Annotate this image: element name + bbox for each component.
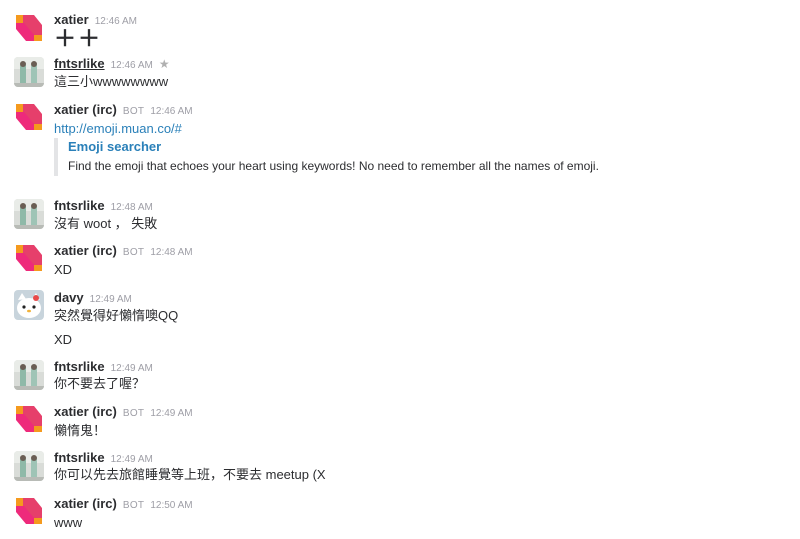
message-header: fntsrlike 12:49 AM [54, 359, 153, 375]
message-header: xatier (irc) BOT 12:49 AM [54, 404, 193, 420]
message: fntsrlike 12:49 AM 你可以先去旅館睡覺等上班，不要去 meetu… [0, 449, 800, 487]
message-text: 突然覺得好懶惰噢QQ [54, 308, 179, 323]
logo-icon[interactable] [14, 496, 44, 526]
star-icon[interactable]: ★ [159, 57, 170, 71]
photo-avatar-icon[interactable] [14, 57, 44, 87]
photo-avatar-icon[interactable] [14, 199, 44, 229]
username[interactable]: fntsrlike [54, 450, 105, 465]
message: xatier (irc) BOT 12:46 AM http://emoji.mua… [0, 101, 800, 183]
message-header: xatier (irc) BOT 12:46 AM [54, 102, 193, 118]
logo-icon[interactable] [14, 13, 44, 43]
bot-badge: BOT [122, 500, 145, 511]
timestamp[interactable]: 12:48 AM [111, 202, 153, 213]
message: xatier (irc) BOT 12:49 AM 懶惰鬼！ [0, 403, 800, 441]
message-header: fntsrlike 12:48 AM [54, 198, 153, 214]
link-attachment: Emoji searcher Find the emoji that echoe… [54, 138, 599, 176]
username[interactable]: xatier (irc) [54, 404, 117, 419]
timestamp[interactable]: 12:50 AM [150, 500, 192, 511]
message-text: 懶惰鬼！ [54, 423, 107, 438]
message: xatier (irc) BOT 12:50 AM www [0, 495, 800, 535]
cat-avatar-icon[interactable] [14, 290, 44, 320]
photo-avatar-icon[interactable] [14, 360, 44, 390]
message: xatier (irc) BOT 12:48 AM XD [0, 242, 800, 280]
message-text: ＋＋ [54, 26, 103, 51]
username[interactable]: fntsrlike [54, 198, 105, 213]
timestamp[interactable]: 12:49 AM [150, 408, 192, 419]
timestamp[interactable]: 12:49 AM [111, 363, 153, 374]
logo-icon[interactable] [14, 102, 44, 132]
message-header: fntsrlike 12:46 AM ★ [54, 56, 170, 72]
attachment-text: Find the emoji that echoes your heart us… [68, 159, 599, 173]
username[interactable]: xatier (irc) [54, 102, 117, 117]
logo-icon[interactable] [14, 243, 44, 273]
username[interactable]: davy [54, 290, 84, 305]
message-header: fntsrlike 12:49 AM [54, 450, 153, 466]
message-header: davy 12:49 AM [54, 290, 132, 306]
timestamp[interactable]: 12:46 AM [111, 60, 153, 71]
photo-avatar-icon[interactable] [14, 451, 44, 481]
username[interactable]: xatier [54, 12, 89, 27]
message: xatier 12:46 AM ＋＋ [0, 10, 800, 50]
attachment-title[interactable]: Emoji searcher [68, 138, 599, 155]
message: davy 12:49 AM 突然覺得好懶惰噢QQ XD [0, 289, 800, 349]
message-header: xatier (irc) BOT 12:50 AM [54, 496, 193, 512]
message-text: 沒有 woot ， 失敗 [54, 216, 158, 231]
timestamp[interactable]: 12:48 AM [150, 247, 192, 258]
message: fntsrlike 12:48 AM 沒有 woot ， 失敗 [0, 197, 800, 235]
message: fntsrlike 12:46 AM ★ 這三小wwwwwwww [0, 54, 800, 94]
username[interactable]: fntsrlike [54, 359, 105, 374]
message-link[interactable]: http://emoji.muan.co/# [54, 120, 182, 137]
username[interactable]: xatier (irc) [54, 496, 117, 511]
timestamp[interactable]: 12:46 AM [150, 106, 192, 117]
username[interactable]: xatier (irc) [54, 243, 117, 258]
message-text: 你不要去了喔？ [54, 376, 146, 391]
timestamp[interactable]: 12:49 AM [111, 454, 153, 465]
message-text: XD [54, 262, 73, 277]
logo-icon[interactable] [14, 404, 44, 434]
message-text: 這三小wwwwwwww [54, 74, 169, 89]
username[interactable]: fntsrlike [54, 56, 105, 71]
message-text: www [54, 515, 83, 530]
message-text: XD [54, 332, 73, 347]
bot-badge: BOT [122, 106, 145, 117]
message-header: xatier (irc) BOT 12:48 AM [54, 243, 193, 259]
bot-badge: BOT [122, 247, 145, 258]
bot-badge: BOT [122, 408, 145, 419]
message: fntsrlike 12:49 AM 你不要去了喔？ [0, 358, 800, 396]
message-text: 你可以先去旅館睡覺等上班，不要去 meetup (X [54, 467, 326, 482]
timestamp[interactable]: 12:49 AM [90, 294, 132, 305]
